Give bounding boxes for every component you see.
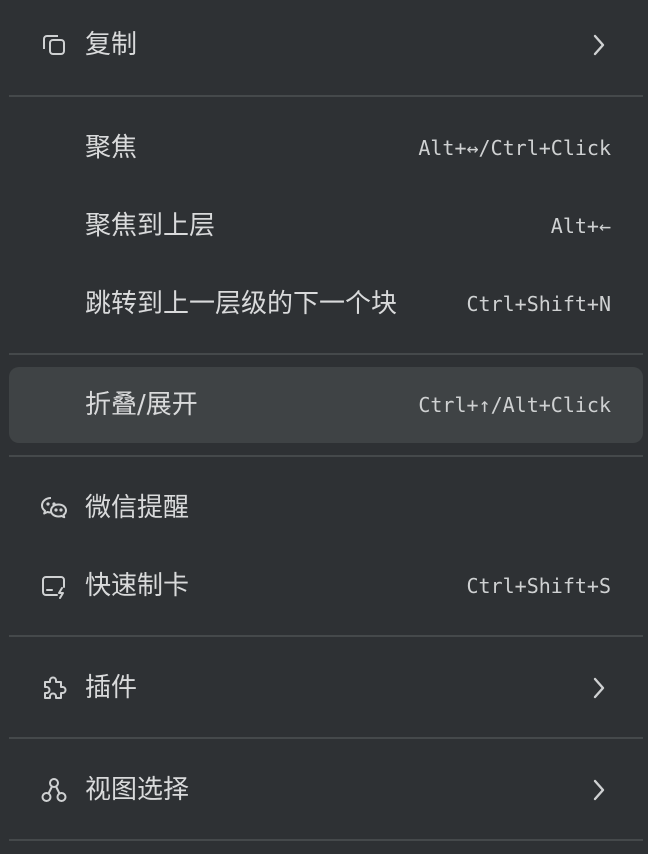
menu-divider — [9, 635, 643, 637]
menu-item-label: 聚焦 — [85, 133, 138, 163]
menu-item-wechat-reminder[interactable]: 微信提醒 — [9, 470, 643, 546]
menu-item-label: 跳转到上一层级的下一个块 — [85, 289, 398, 319]
context-menu: 复制 聚焦 Alt+↔/Ctrl+Click 聚焦到上层 Alt+← 跳转到上一… — [0, 0, 648, 854]
menu-divider — [9, 95, 643, 97]
menu-item-label: 复制 — [85, 30, 138, 60]
menu-divider — [9, 839, 643, 841]
shortcut-label: Alt+↔/Ctrl+Click — [418, 136, 611, 160]
puzzle-icon — [39, 673, 69, 703]
menu-item-jump-next-block[interactable]: 跳转到上一层级的下一个块 Ctrl+Shift+N — [9, 266, 643, 342]
flashcard-icon — [39, 571, 69, 601]
menu-item-copy[interactable]: 复制 — [9, 7, 643, 83]
menu-item-label: 插件 — [85, 673, 138, 703]
menu-item-view-select[interactable]: 视图选择 — [9, 752, 643, 828]
chevron-right-icon — [591, 675, 607, 701]
menu-divider — [9, 455, 643, 457]
menu-divider — [9, 353, 643, 355]
menu-item-quick-flashcard[interactable]: 快速制卡 Ctrl+Shift+S — [9, 548, 643, 624]
menu-item-label: 聚焦到上层 — [85, 211, 216, 241]
menu-divider — [9, 737, 643, 739]
shortcut-label: Ctrl+↑/Alt+Click — [418, 393, 611, 417]
menu-item-label: 折叠/展开 — [85, 390, 198, 420]
menu-item-focus[interactable]: 聚焦 Alt+↔/Ctrl+Click — [9, 110, 643, 186]
menu-item-fold-unfold[interactable]: 折叠/展开 Ctrl+↑/Alt+Click — [9, 367, 643, 443]
menu-item-label: 微信提醒 — [85, 493, 190, 523]
menu-item-focus-parent[interactable]: 聚焦到上层 Alt+← — [9, 188, 643, 264]
chevron-right-icon — [591, 32, 607, 58]
menu-item-plugins[interactable]: 插件 — [9, 650, 643, 726]
copy-icon — [39, 30, 69, 60]
shortcut-label: Ctrl+Shift+N — [466, 292, 612, 316]
menu-item-label: 视图选择 — [85, 775, 190, 805]
wechat-icon — [39, 493, 69, 523]
menu-item-label: 快速制卡 — [85, 571, 190, 601]
chevron-right-icon — [591, 777, 607, 803]
view-graph-icon — [39, 775, 69, 805]
shortcut-label: Ctrl+Shift+S — [466, 574, 612, 598]
shortcut-label: Alt+← — [550, 214, 611, 238]
